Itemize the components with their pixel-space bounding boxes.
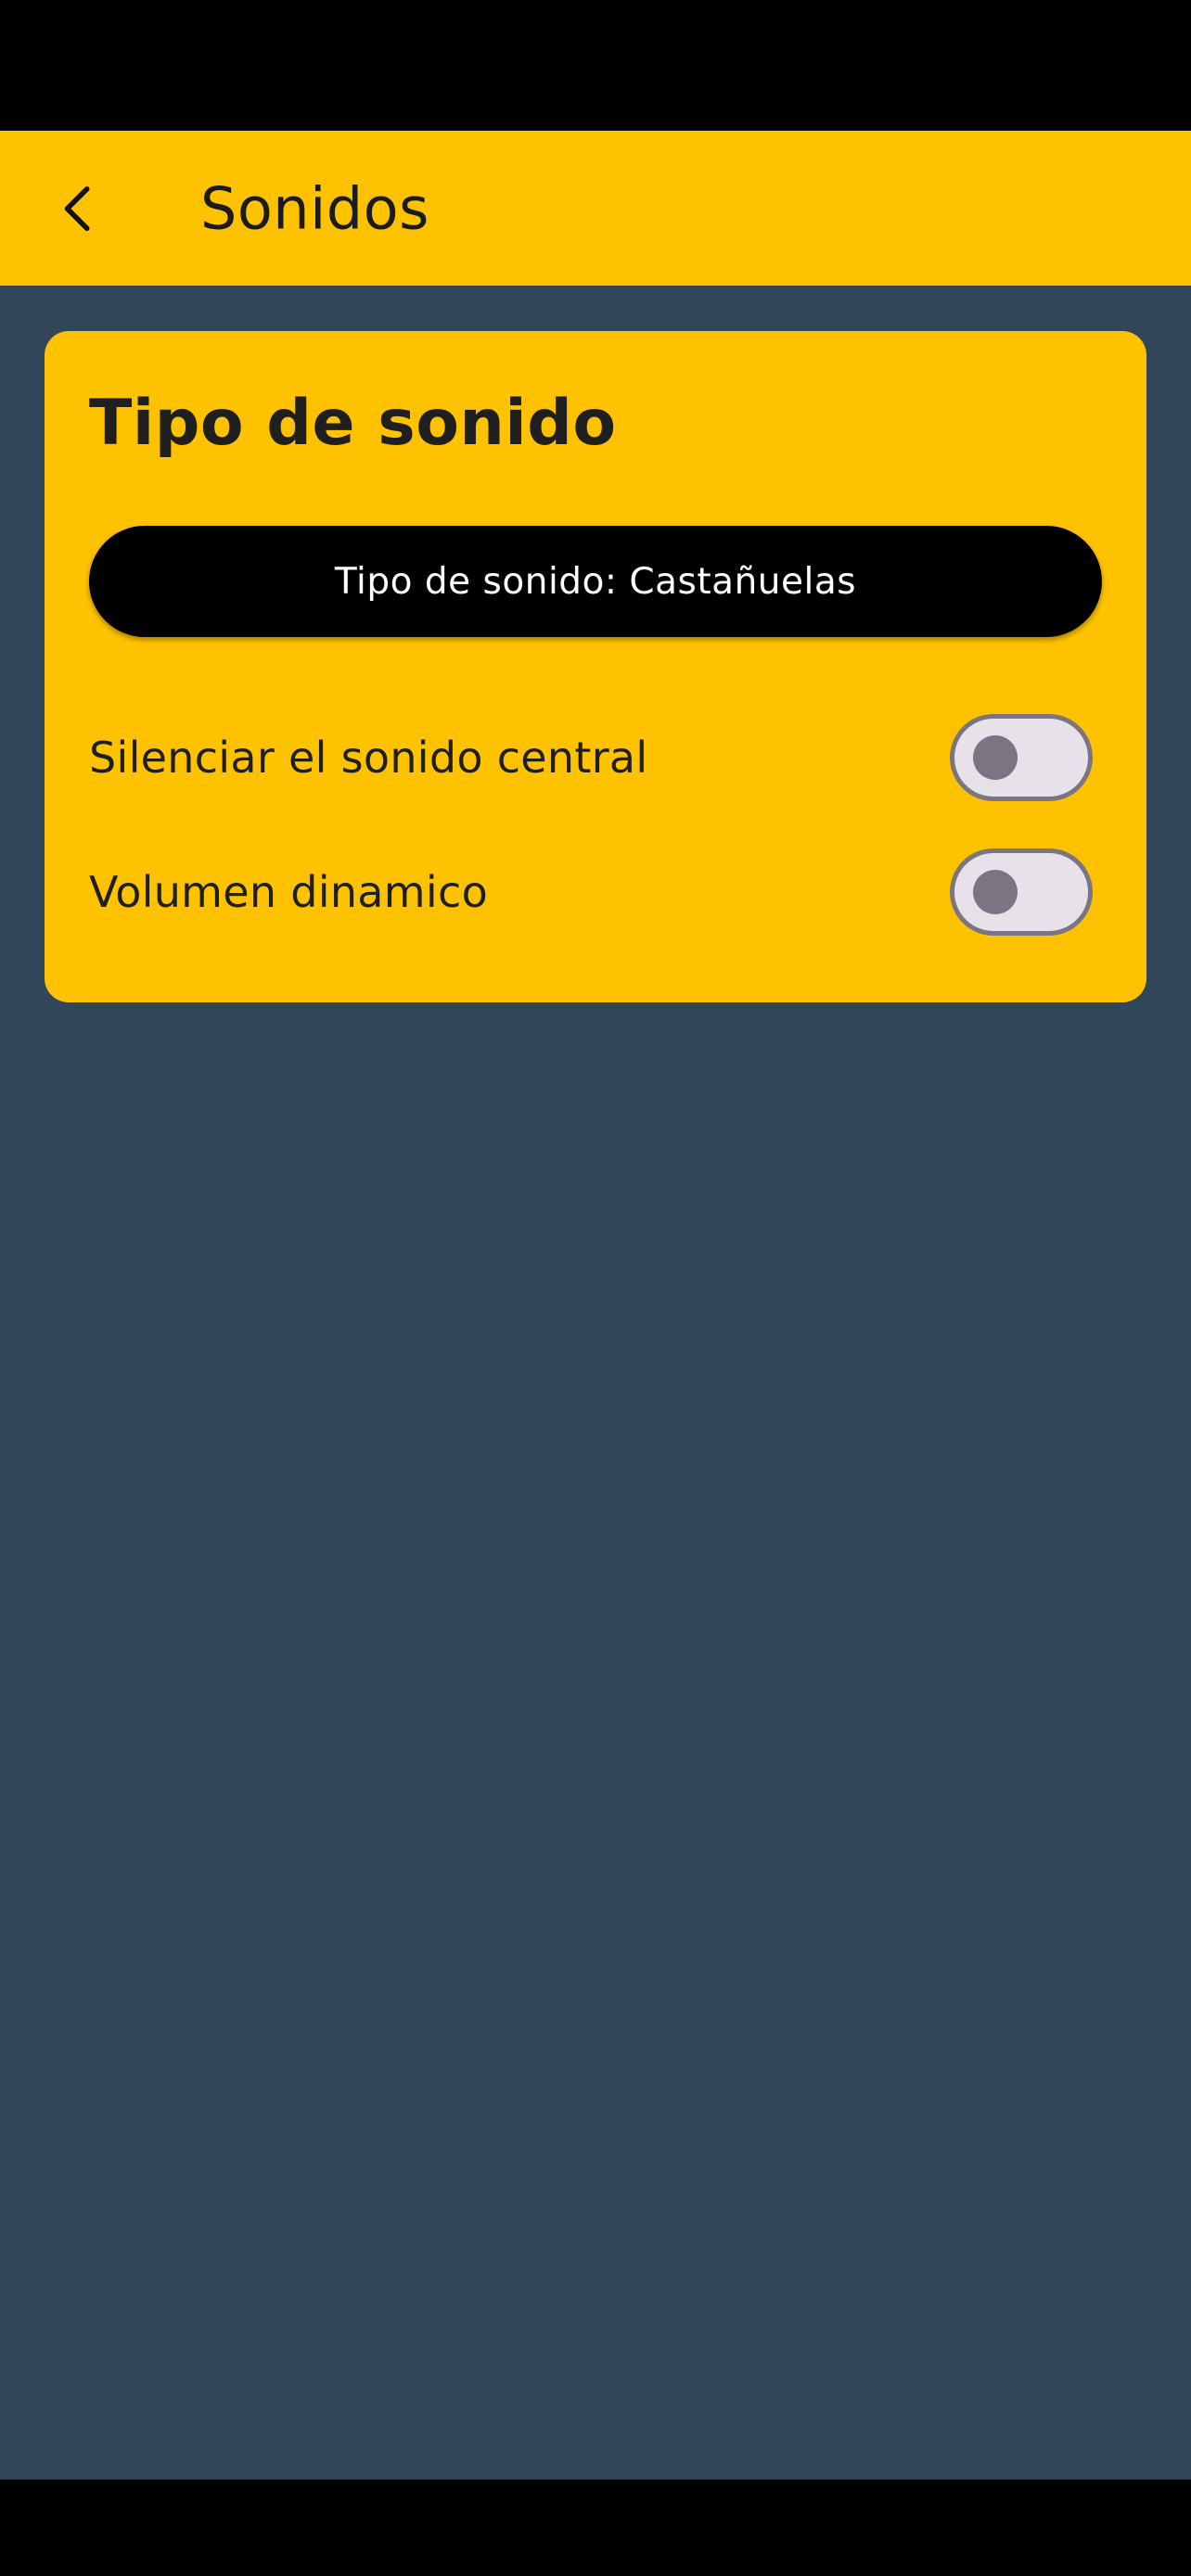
dynamic-volume-toggle[interactable]	[950, 848, 1093, 936]
setting-label: Volumen dinamico	[89, 867, 489, 917]
card-title: Tipo de sonido	[89, 387, 617, 460]
system-nav-bar	[0, 2480, 1191, 2576]
status-bar	[0, 0, 1191, 131]
app-bar: Sonidos	[0, 131, 1191, 286]
switch-thumb	[973, 735, 1018, 780]
back-button[interactable]	[37, 167, 121, 250]
page-title: Sonidos	[200, 174, 429, 242]
setting-label: Silenciar el sonido central	[89, 733, 648, 783]
sound-settings-card: Tipo de sonido Tipo de sonido: Castañuel…	[45, 331, 1146, 1002]
switch-thumb	[973, 870, 1018, 914]
setting-row-dynamic-volume: Volumen dinamico	[89, 846, 1102, 938]
chevron-left-icon	[64, 185, 90, 231]
mute-center-toggle[interactable]	[950, 714, 1093, 801]
sound-type-button[interactable]: Tipo de sonido: Castañuelas	[89, 526, 1102, 637]
setting-row-mute-center: Silenciar el sonido central	[89, 711, 1102, 804]
